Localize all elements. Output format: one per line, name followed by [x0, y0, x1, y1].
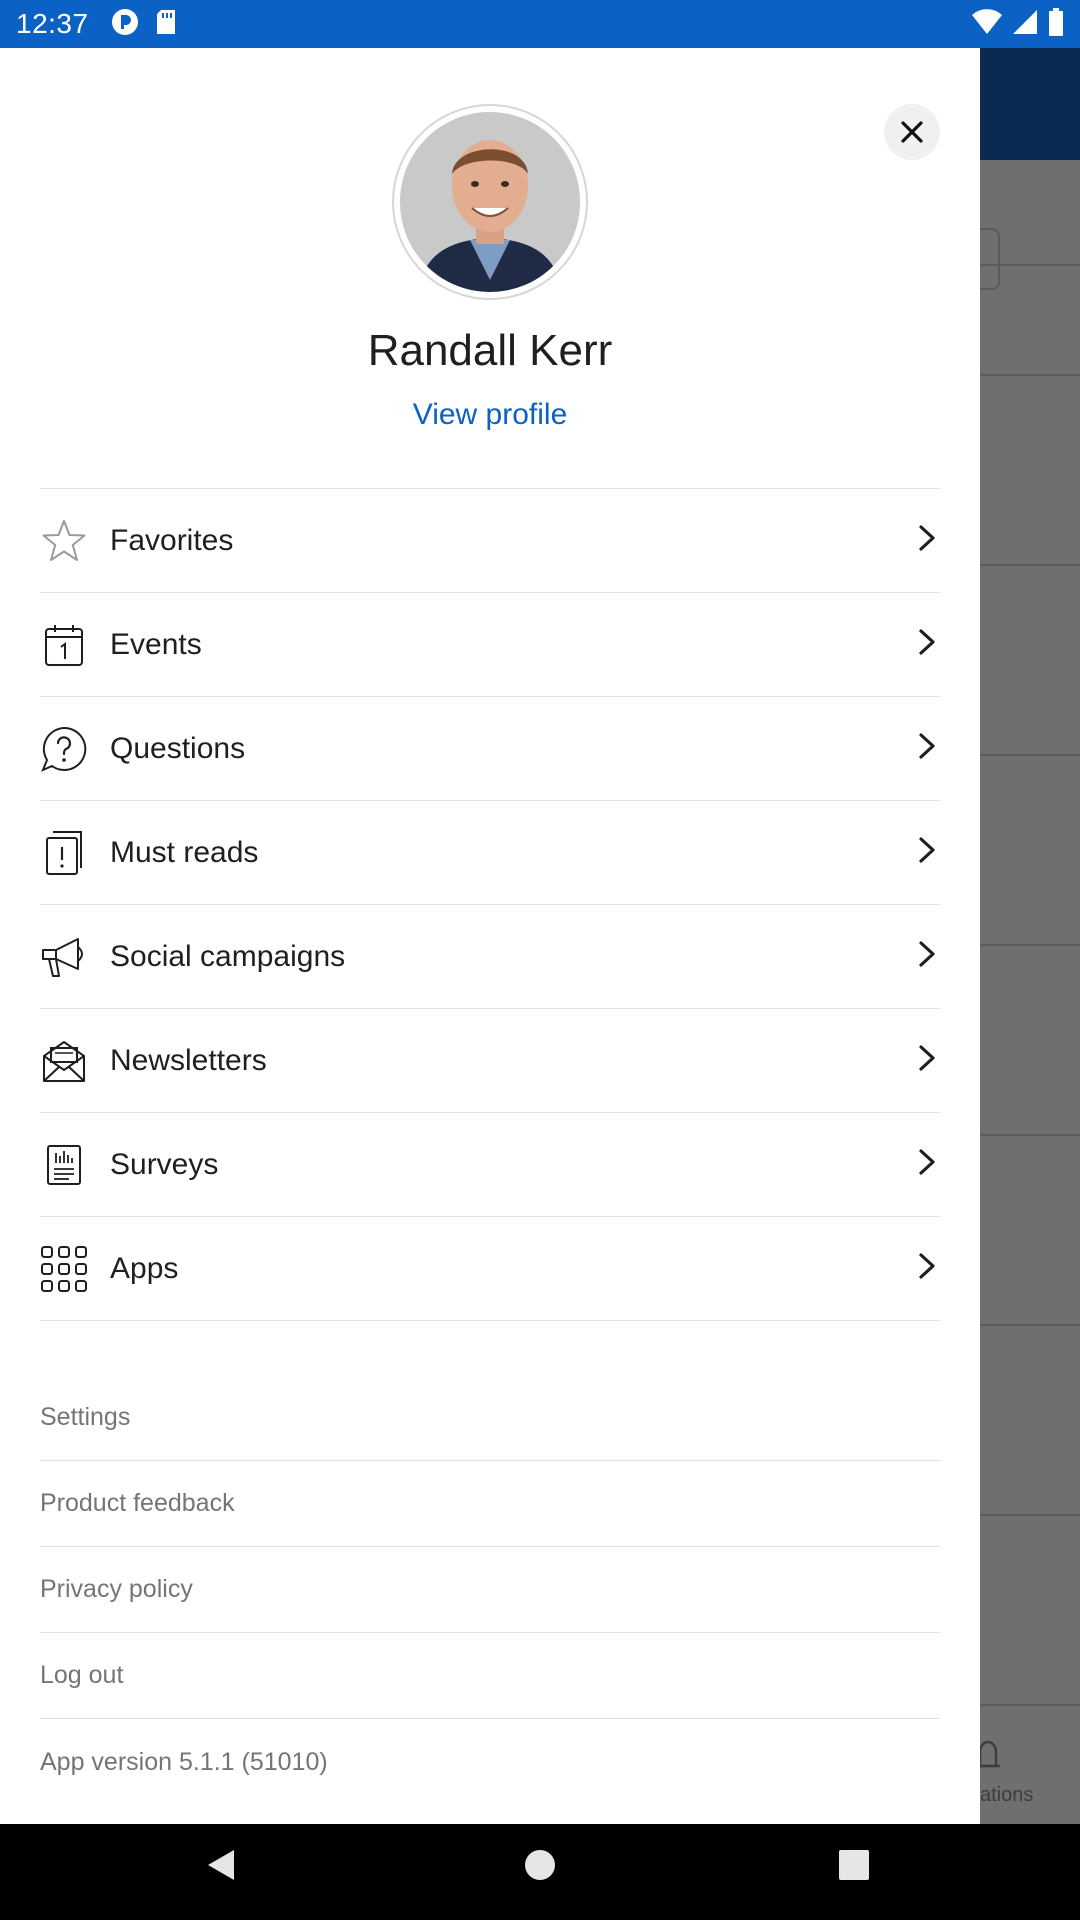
background-divider	[980, 944, 1080, 946]
profile-name: Randall Kerr	[367, 326, 613, 375]
background-divider	[980, 374, 1080, 376]
chevron-right-icon	[918, 1148, 936, 1181]
background-divider	[980, 754, 1080, 756]
chevron-right-icon	[918, 940, 936, 973]
menu-item-must-reads[interactable]: Must reads	[40, 801, 940, 905]
menu-item-label: Apps	[110, 1251, 179, 1285]
chevron-right-icon	[918, 732, 936, 765]
survey-icon	[40, 1141, 88, 1189]
background-divider	[980, 1324, 1080, 1326]
question-bubble-icon	[40, 725, 88, 773]
battery-icon	[1048, 7, 1064, 41]
wifi-icon	[972, 8, 1002, 40]
calendar-icon	[40, 621, 88, 669]
drawer-menu: Favorites Events Questions Must reads So…	[40, 488, 940, 1321]
status-time: 12:37	[16, 8, 89, 39]
menu-item-label: Must reads	[110, 835, 259, 869]
secondary-links: Settings Product feedback Privacy policy…	[40, 1375, 940, 1805]
menu-item-newsletters[interactable]: Newsletters	[40, 1009, 940, 1113]
product-feedback-link[interactable]: Product feedback	[40, 1461, 940, 1547]
menu-item-questions[interactable]: Questions	[40, 697, 940, 801]
must-read-icon	[40, 829, 88, 877]
background-divider	[980, 1514, 1080, 1516]
menu-item-favorites[interactable]: Favorites	[40, 489, 940, 593]
menu-item-label: Social campaigns	[110, 939, 346, 973]
menu-item-surveys[interactable]: Surveys	[40, 1113, 940, 1217]
recents-button[interactable]	[838, 1848, 870, 1887]
apps-grid-icon	[40, 1245, 88, 1293]
view-profile-link[interactable]: View profile	[0, 398, 980, 432]
cell-signal-icon	[1012, 9, 1038, 40]
back-icon	[208, 1850, 234, 1880]
menu-item-events[interactable]: Events	[40, 593, 940, 697]
home-icon	[525, 1850, 555, 1880]
status-bar: 12:37	[0, 0, 1080, 48]
settings-link[interactable]: Settings	[40, 1375, 940, 1461]
menu-item-label: Questions	[110, 731, 246, 765]
avatar-photo	[400, 112, 580, 292]
background-app-header	[980, 48, 1080, 160]
sd-card-icon	[155, 9, 177, 40]
menu-item-label: Events	[110, 627, 202, 661]
home-button[interactable]	[524, 1848, 556, 1887]
chevron-right-icon	[918, 1044, 936, 1077]
close-button[interactable]	[884, 104, 940, 160]
notification-p-icon	[111, 8, 139, 41]
privacy-policy-link[interactable]: Privacy policy	[40, 1547, 940, 1633]
avatar[interactable]	[392, 104, 588, 300]
menu-item-social-campaigns[interactable]: Social campaigns	[40, 905, 940, 1009]
background-app-toolbar	[980, 160, 1080, 290]
background-divider	[980, 1704, 1080, 1706]
close-icon	[901, 121, 923, 143]
menu-item-label: Newsletters	[110, 1043, 267, 1077]
bell-icon	[980, 1738, 1000, 1777]
menu-item-label: Surveys	[110, 1147, 219, 1181]
chevron-right-icon	[918, 628, 936, 661]
chevron-right-icon	[918, 836, 936, 869]
back-button[interactable]	[206, 1848, 236, 1887]
navigation-drawer: Randall Kerr View profile Favorites Even…	[0, 48, 980, 1824]
background-app: ations	[980, 48, 1080, 1824]
system-navigation-bar	[0, 1824, 1080, 1920]
menu-item-apps[interactable]: Apps	[40, 1217, 940, 1321]
background-tab-label: ations	[980, 1784, 1034, 1806]
background-divider	[980, 564, 1080, 566]
star-icon	[40, 517, 88, 565]
megaphone-icon	[40, 933, 88, 981]
app-version: App version 5.1.1 (51010)	[40, 1747, 328, 1776]
log-out-link[interactable]: Log out	[40, 1633, 940, 1719]
background-app-toolbar-button	[980, 228, 1000, 290]
recents-icon	[839, 1850, 869, 1880]
chevron-right-icon	[918, 1252, 936, 1285]
menu-item-label: Favorites	[110, 523, 234, 557]
newsletter-icon	[40, 1037, 88, 1085]
chevron-right-icon	[918, 524, 936, 557]
background-divider	[980, 1134, 1080, 1136]
